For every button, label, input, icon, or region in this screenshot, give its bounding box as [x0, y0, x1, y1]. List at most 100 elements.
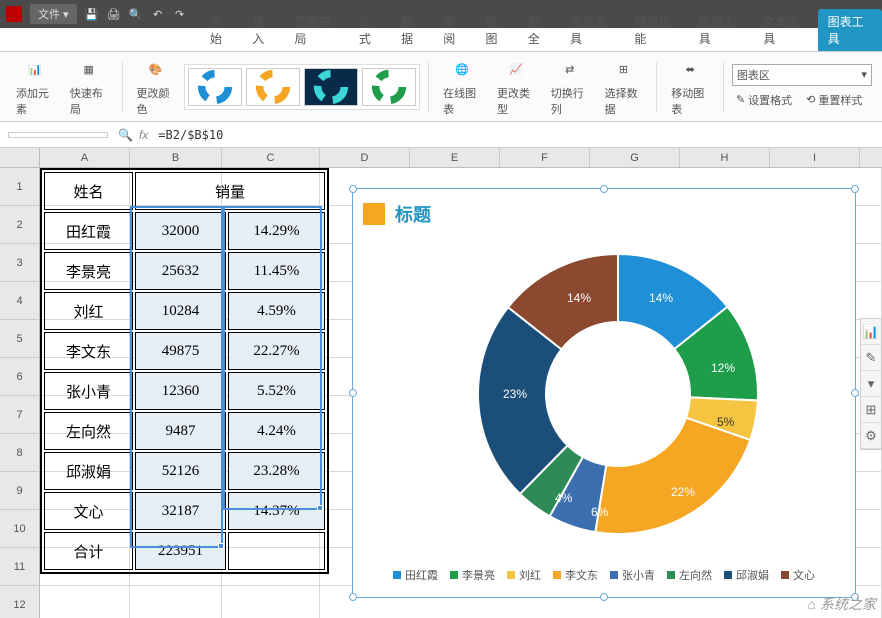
cell-name[interactable]: 文心	[44, 492, 133, 530]
qat-redo-icon[interactable]: ↷	[173, 7, 187, 21]
tab-data[interactable]: 数据	[391, 9, 433, 51]
tab-formula[interactable]: 公式	[349, 9, 391, 51]
cell-sales[interactable]: 32187	[135, 492, 226, 530]
row-header-10[interactable]: 10	[0, 510, 40, 548]
resize-handle[interactable]	[349, 389, 357, 397]
select-all-corner[interactable]	[0, 148, 40, 167]
cell-pct[interactable]: 4.24%	[228, 412, 325, 450]
add-element-button[interactable]: 📊 添加元素	[10, 57, 60, 117]
resize-handle[interactable]	[600, 185, 608, 193]
cell-pct[interactable]: 22.27%	[228, 332, 325, 370]
cell-name[interactable]: 李景亮	[44, 252, 133, 290]
legend-item[interactable]: 张小青	[610, 567, 655, 583]
quick-layout-button[interactable]: ▦ 快速布局	[64, 57, 114, 117]
cell-sales[interactable]: 25632	[135, 252, 226, 290]
change-color-button[interactable]: 🎨 更改颜色	[130, 57, 180, 117]
chart-settings-icon[interactable]: ⚙	[861, 423, 881, 449]
tab-insert[interactable]: 插入	[242, 9, 284, 51]
tab-page-layout[interactable]: 页面布局	[284, 9, 348, 51]
qat-undo-icon[interactable]: ↶	[151, 7, 165, 21]
col-header-I[interactable]: I	[770, 148, 860, 167]
search-icon[interactable]: 🔍	[118, 128, 133, 142]
legend-item[interactable]: 文心	[781, 567, 815, 583]
cell-name[interactable]: 左向然	[44, 412, 133, 450]
grid-body[interactable]: 1 2 3 4 5 6 7 8 9 10 11 12 姓名 销量 田红霞3200…	[0, 168, 882, 618]
donut-chart[interactable]: 14% 12% 5% 22% 6% 4% 23% 14%	[463, 239, 773, 549]
tab-start[interactable]: 开始	[200, 9, 242, 51]
header-name[interactable]: 姓名	[44, 172, 133, 210]
cell-pct[interactable]: 23.28%	[228, 452, 325, 490]
set-format-button[interactable]: ✎ 设置格式	[732, 90, 796, 110]
col-header-H[interactable]: H	[680, 148, 770, 167]
row-header-9[interactable]: 9	[0, 472, 40, 510]
qat-preview-icon[interactable]: 🔍	[129, 7, 143, 21]
tab-view[interactable]: 视图	[476, 9, 518, 51]
col-header-A[interactable]: A	[40, 148, 130, 167]
row-header-7[interactable]: 7	[0, 396, 40, 434]
cell-total-label[interactable]: 合计	[44, 532, 133, 570]
tab-draw[interactable]: 绘图工具	[689, 9, 753, 51]
cell-sales[interactable]: 49875	[135, 332, 226, 370]
chart-area-select[interactable]: 图表区 ▾	[732, 64, 872, 86]
cell-empty[interactable]	[228, 532, 325, 570]
tab-chart-tools[interactable]: 图表工具	[818, 9, 882, 51]
chart-legend[interactable]: 田红霞李景亮刘红李文东张小青左向然邱淑娟文心	[353, 567, 855, 583]
row-header-4[interactable]: 4	[0, 282, 40, 320]
chart-title-box[interactable]: 标题	[363, 201, 431, 227]
spreadsheet-grid[interactable]: A B C D E F G H I 1 2 3 4 5 6 7 8 9 10 1…	[0, 148, 882, 618]
switch-rowcol-button[interactable]: ⇄ 切换行列	[545, 57, 595, 117]
cell-pct[interactable]: 4.59%	[228, 292, 325, 330]
row-header-12[interactable]: 12	[0, 586, 40, 618]
chart-style-gallery[interactable]	[184, 64, 420, 110]
cell-pct[interactable]: 14.37%	[228, 492, 325, 530]
cell-name[interactable]: 邱淑娟	[44, 452, 133, 490]
row-header-1[interactable]: 1	[0, 168, 40, 206]
resize-handle[interactable]	[349, 185, 357, 193]
row-header-11[interactable]: 11	[0, 548, 40, 586]
tab-text[interactable]: 文本工具	[753, 9, 817, 51]
cell-name[interactable]: 李文东	[44, 332, 133, 370]
cell-pct[interactable]: 5.52%	[228, 372, 325, 410]
resize-handle[interactable]	[851, 185, 859, 193]
col-header-C[interactable]: C	[222, 148, 320, 167]
move-chart-button[interactable]: ⬌ 移动图表	[665, 57, 715, 117]
resize-handle[interactable]	[600, 593, 608, 601]
row-header-6[interactable]: 6	[0, 358, 40, 396]
col-header-G[interactable]: G	[590, 148, 680, 167]
chart-filter-icon[interactable]: ▾	[861, 371, 881, 397]
qat-print-icon[interactable]: 🖨	[107, 7, 121, 21]
formula-input[interactable]: =B2/$B$10	[158, 128, 874, 142]
col-header-F[interactable]: F	[500, 148, 590, 167]
row-header-5[interactable]: 5	[0, 320, 40, 358]
style-thumb-3[interactable]	[304, 68, 358, 106]
chart-styles-icon[interactable]: ✎	[861, 345, 881, 371]
tab-dev[interactable]: 开发工具	[560, 9, 624, 51]
legend-item[interactable]: 田红霞	[393, 567, 438, 583]
resize-handle[interactable]	[349, 593, 357, 601]
cell-name[interactable]: 张小青	[44, 372, 133, 410]
tab-security[interactable]: 安全	[518, 9, 560, 51]
legend-item[interactable]: 刘红	[507, 567, 541, 583]
change-type-button[interactable]: 📈 更改类型	[491, 57, 541, 117]
col-header-E[interactable]: E	[410, 148, 500, 167]
qat-save-icon[interactable]: 💾	[85, 7, 99, 21]
row-header-8[interactable]: 8	[0, 434, 40, 472]
cell-pct[interactable]: 14.29%	[228, 212, 325, 250]
cell-sales[interactable]: 9487	[135, 412, 226, 450]
resize-handle[interactable]	[851, 389, 859, 397]
chart-elements-icon[interactable]: 📊	[861, 319, 881, 345]
cell-name[interactable]: 刘红	[44, 292, 133, 330]
style-thumb-1[interactable]	[188, 68, 242, 106]
online-chart-button[interactable]: 🌐 在线图表	[437, 57, 487, 117]
file-menu[interactable]: 文件 ▾	[30, 4, 77, 24]
name-box[interactable]	[8, 132, 108, 138]
row-header-3[interactable]: 3	[0, 244, 40, 282]
row-header-2[interactable]: 2	[0, 206, 40, 244]
legend-item[interactable]: 李景亮	[450, 567, 495, 583]
cell-name[interactable]: 田红霞	[44, 212, 133, 250]
legend-item[interactable]: 左向然	[667, 567, 712, 583]
reset-style-button[interactable]: ⟲ 重置样式	[802, 90, 866, 110]
cell-sales[interactable]: 52126	[135, 452, 226, 490]
col-header-D[interactable]: D	[320, 148, 410, 167]
tab-special[interactable]: 特色功能	[624, 9, 688, 51]
